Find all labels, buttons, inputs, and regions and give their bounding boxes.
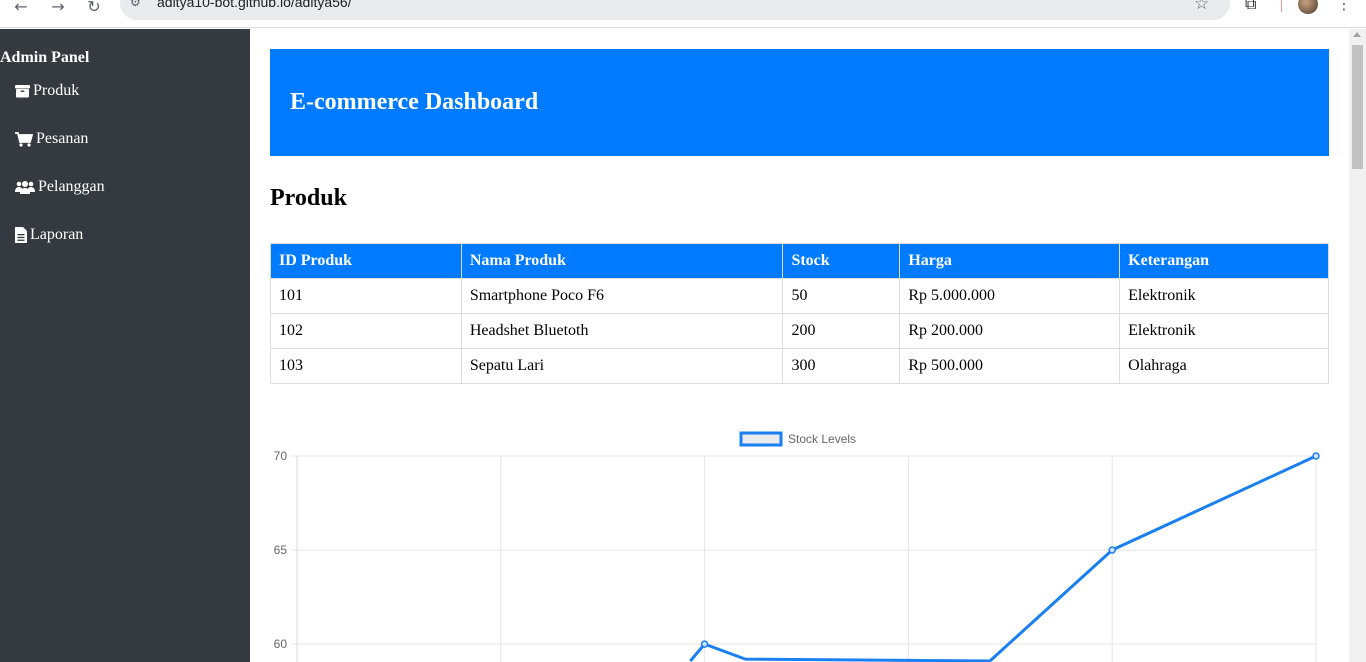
section-title: Produk bbox=[270, 185, 347, 211]
chart-data-point bbox=[1312, 452, 1320, 460]
sidebar-item-laporan[interactable]: Laporan bbox=[15, 224, 83, 246]
box-icon bbox=[15, 85, 30, 98]
sidebar-item-label: Pesanan bbox=[36, 130, 89, 147]
scroll-thumb[interactable] bbox=[1352, 45, 1363, 169]
browser-toolbar: ← → ↻ ⚙ aditya10-bot.github.io/aditya56/… bbox=[0, 0, 1366, 28]
table-cell: 101 bbox=[270, 278, 462, 314]
table-cell: Smartphone Poco F6 bbox=[460, 278, 784, 314]
column-header: Stock bbox=[782, 243, 901, 279]
chart-series-line bbox=[689, 454, 1317, 662]
table-cell: 103 bbox=[270, 348, 462, 384]
profile-avatar[interactable] bbox=[1298, 0, 1318, 14]
dashboard-header: E-commerce Dashboard bbox=[270, 49, 1329, 156]
column-header: Keterangan bbox=[1119, 243, 1329, 279]
column-header: Nama Produk bbox=[460, 243, 784, 279]
table-cell: 200 bbox=[782, 313, 901, 349]
table-cell: Sepatu Lari bbox=[460, 348, 784, 384]
table-cell: Elektronik bbox=[1119, 278, 1329, 314]
sidebar-title: Admin Panel bbox=[0, 49, 90, 66]
table-cell: Elektronik bbox=[1119, 313, 1329, 349]
table-row: 101 Smartphone Poco F6 50 Rp 5.000.000 E… bbox=[270, 278, 1329, 314]
sidebar-item-pesanan[interactable]: Pesanan bbox=[15, 128, 88, 150]
table-cell: Rp 500.000 bbox=[899, 348, 1121, 384]
table-row: 103 Sepatu Lari 300 Rp 500.000 Olahraga bbox=[270, 348, 1329, 384]
sidebar-item-label: Produk bbox=[33, 82, 80, 99]
scroll-up-arrow-icon[interactable] bbox=[1353, 32, 1361, 37]
column-header: ID Produk bbox=[270, 243, 462, 279]
table-cell: 300 bbox=[782, 348, 901, 384]
chart-data-point bbox=[700, 640, 709, 648]
products-table: ID Produk Nama Produk Stock Harga Ketera… bbox=[270, 243, 1329, 384]
stock-chart-canvas: 60 65 70 Stock Levels bbox=[274, 431, 1320, 662]
reload-icon[interactable]: ↻ bbox=[82, 0, 106, 18]
extensions-icon[interactable]: ⧉ bbox=[1245, 0, 1256, 14]
forward-arrow-icon[interactable]: → bbox=[46, 0, 70, 18]
chart-legend-swatch bbox=[739, 431, 783, 447]
stock-chart: 60 65 70 Stock Levels bbox=[250, 420, 1350, 662]
address-bar-url[interactable]: aditya10-bot.github.io/aditya56/ bbox=[157, 0, 352, 10]
chart-data-point bbox=[1108, 546, 1116, 554]
chart-ytick-label: 60 bbox=[274, 637, 288, 651]
sidebar-item-label: Pelanggan bbox=[38, 178, 105, 195]
cart-icon bbox=[15, 131, 33, 147]
table-cell: Olahraga bbox=[1119, 348, 1329, 384]
file-icon bbox=[15, 227, 27, 243]
chart-ytick-label: 65 bbox=[274, 543, 288, 557]
toolbar-divider bbox=[1281, 0, 1282, 12]
table-header-row: ID Produk Nama Produk Stock Harga Ketera… bbox=[270, 243, 1329, 279]
table-row: 102 Headshet Bluetoth 200 Rp 200.000 Ele… bbox=[270, 313, 1329, 349]
bookmark-star-icon[interactable]: ☆ bbox=[1194, 0, 1209, 14]
page-scrollbar[interactable] bbox=[1349, 29, 1366, 662]
sidebar-item-pelanggan[interactable]: Pelanggan bbox=[15, 176, 105, 198]
chart-legend-label: Stock Levels bbox=[788, 432, 856, 446]
users-icon bbox=[15, 181, 35, 194]
chart-ytick-label: 70 bbox=[274, 449, 288, 463]
table-cell: 102 bbox=[270, 313, 462, 349]
table-cell: Rp 200.000 bbox=[899, 313, 1121, 349]
sidebar-item-label: Laporan bbox=[30, 226, 84, 243]
page-title: E-commerce Dashboard bbox=[290, 89, 539, 115]
table-cell: Rp 5.000.000 bbox=[899, 278, 1121, 314]
table-cell: 50 bbox=[782, 278, 901, 314]
back-arrow-icon[interactable]: ← bbox=[9, 0, 33, 18]
sidebar: Admin Panel Produk Pesanan Pelanggan Lap… bbox=[0, 29, 250, 662]
table-cell: Headshet Bluetoth bbox=[460, 313, 784, 349]
site-info-icon[interactable]: ⚙ bbox=[130, 0, 141, 9]
sidebar-item-produk[interactable]: Produk bbox=[15, 80, 79, 102]
menu-kebab-icon[interactable]: ⋮ bbox=[1336, 0, 1352, 13]
column-header: Harga bbox=[899, 243, 1121, 279]
